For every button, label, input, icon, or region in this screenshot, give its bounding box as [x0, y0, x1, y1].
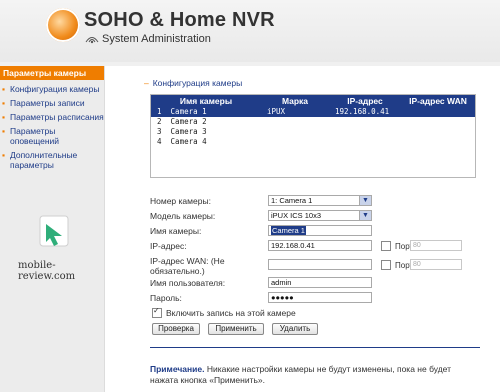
bullet-icon: ▪	[2, 150, 6, 160]
brand-cell	[261, 127, 329, 137]
bullet-icon: ▪	[2, 98, 6, 108]
app-header: SOHO & Home NVR System Administration	[0, 0, 500, 63]
username-input[interactable]: admin	[268, 277, 372, 288]
port-checkbox[interactable]	[381, 260, 391, 270]
camera-model-select[interactable]: iPUX ICS 10x3 ▼	[268, 210, 372, 221]
camera-number-row: Номер камеры: 1: Camera 1 ▼	[150, 195, 480, 209]
camera-name-cell: 4 Camera 4	[157, 137, 207, 146]
ip-port-toggle[interactable]: Порт	[381, 241, 413, 251]
camera-number-label: Номер камеры:	[150, 196, 211, 206]
dash-icon: –	[144, 78, 149, 88]
bullet-icon: ▪	[2, 112, 6, 122]
username-label: Имя пользователя:	[150, 278, 226, 288]
password-row: Пароль: ●●●●●	[150, 292, 480, 306]
table-row[interactable]: 3 Camera 3	[151, 127, 475, 137]
chevron-down-icon[interactable]: ▼	[359, 196, 371, 205]
ip-cell	[329, 137, 401, 147]
note-box: Примечание. Никакие настройки камеры не …	[150, 364, 480, 386]
table-row[interactable]: 2 Camera 2	[151, 117, 475, 127]
camera-table: Имя камеры Марка IP-адрес IP-адрес WAN 1…	[150, 94, 476, 178]
bullet-icon: ▪	[2, 126, 6, 136]
ip-address-input[interactable]: 192.168.0.41	[268, 240, 372, 251]
camera-name-label: Имя камеры:	[150, 226, 202, 236]
brand-cell: iPUX	[267, 107, 286, 116]
wan-address-input[interactable]	[268, 259, 372, 270]
port-checkbox[interactable]	[381, 241, 391, 251]
check-button[interactable]: Проверка	[152, 323, 200, 335]
camera-name-input[interactable]: Camera 1	[268, 225, 372, 236]
sidebar-item-label: Параметры расписания	[10, 112, 104, 122]
camera-model-row: Модель камеры: iPUX ICS 10x3 ▼	[150, 210, 480, 224]
brand-logo-icon	[46, 8, 80, 42]
note-heading: Примечание.	[150, 364, 205, 374]
wan-cell	[401, 127, 475, 137]
sidebar-item-recording[interactable]: ▪ Параметры записи	[0, 98, 104, 108]
delete-button[interactable]: Удалить	[272, 323, 318, 335]
section-divider	[150, 347, 480, 348]
wan-cell	[401, 107, 475, 117]
camera-name-cell: 3 Camera 3	[157, 127, 207, 136]
brand-cell	[261, 117, 329, 127]
ip-cell	[329, 127, 401, 137]
section-title: – Конфигурация камеры	[144, 78, 243, 88]
camera-name-row: Имя камеры: Camera 1	[150, 225, 480, 239]
sidebar-item-schedule[interactable]: ▪ Параметры расписания	[0, 112, 104, 122]
wan-cell	[401, 117, 475, 127]
camera-name-cell: 2 Camera 2	[157, 117, 207, 126]
camera-model-label: Модель камеры:	[150, 211, 216, 221]
watermark-text: mobile-review.com	[18, 260, 76, 282]
record-checkbox[interactable]	[152, 306, 162, 318]
sidebar-item-label: Дополнительные параметры	[10, 150, 78, 170]
camera-name-cell: 1 Camera 1	[157, 107, 207, 116]
sidebar-item-notifications[interactable]: ▪ Параметры оповещений	[0, 126, 104, 146]
password-input[interactable]: ●●●●●	[268, 292, 372, 303]
wan-port-input[interactable]: 80	[410, 259, 462, 270]
apply-button[interactable]: Применить	[208, 323, 264, 335]
brand-cell	[261, 137, 329, 147]
ip-cell	[329, 117, 401, 127]
password-label: Пароль:	[150, 293, 182, 303]
sidebar-heading[interactable]: Параметры камеры	[0, 66, 104, 80]
bullet-icon: ▪	[2, 84, 6, 94]
ip-cell: 192.168.0.41	[335, 107, 390, 116]
record-label: Включить запись на этой камере	[166, 308, 296, 318]
sidebar-item-advanced[interactable]: ▪ Дополнительные параметры	[0, 150, 104, 170]
record-toggle[interactable]: Включить запись на этой камере	[152, 306, 296, 318]
app-subtitle: System Administration	[102, 33, 211, 45]
table-header: Имя камеры Марка IP-адрес IP-адрес WAN	[151, 95, 475, 107]
ip-port-input[interactable]: 80	[410, 240, 462, 251]
sidebar-item-label: Конфигурация камеры	[10, 84, 100, 94]
wan-cell	[401, 137, 475, 147]
ip-address-row: IP-адрес: 192.168.0.41 Порт 80	[150, 240, 480, 254]
arrow-cursor-icon	[39, 215, 69, 247]
main-panel: – Конфигурация камеры	[144, 78, 480, 88]
column-header: Марка	[281, 96, 309, 106]
app-title: SOHO & Home NVR	[84, 9, 275, 31]
column-header: IP-адрес	[347, 96, 383, 106]
sidebar-item-camera-config[interactable]: ▪ Конфигурация камеры	[0, 84, 104, 94]
wan-port-toggle[interactable]: Порт	[381, 260, 413, 270]
column-header: Имя камеры	[179, 96, 233, 106]
wan-address-label: IP-адрес WAN: (Не обязательно.)	[150, 256, 225, 276]
sidebar: Параметры камеры ▪ Конфигурация камеры ▪…	[0, 66, 105, 392]
column-header: IP-адрес WAN	[409, 96, 467, 106]
camera-number-select[interactable]: 1: Camera 1 ▼	[268, 195, 372, 206]
sidebar-item-label: Параметры оповещений	[10, 126, 60, 146]
chevron-down-icon[interactable]: ▼	[359, 211, 371, 220]
table-row[interactable]: 1 Camera 1 iPUX 192.168.0.41	[151, 107, 475, 117]
wifi-camera-icon	[85, 37, 99, 44]
table-row[interactable]: 4 Camera 4	[151, 137, 475, 147]
sidebar-item-label: Параметры записи	[10, 98, 85, 108]
wan-address-row: IP-адрес WAN: (Не обязательно.) Порт 80	[150, 255, 480, 277]
ip-address-label: IP-адрес:	[150, 241, 187, 251]
username-row: Имя пользователя: admin	[150, 277, 480, 291]
